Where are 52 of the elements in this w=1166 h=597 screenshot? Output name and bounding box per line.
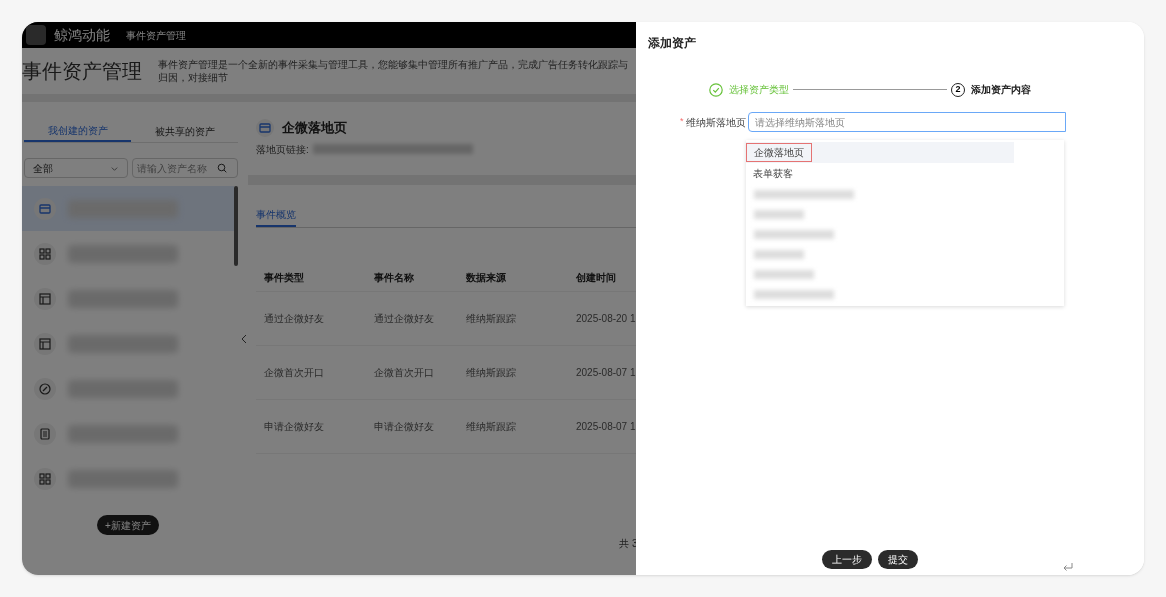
table-cell-text: 2025-08-07 1 — [576, 365, 636, 380]
blurred-option — [754, 249, 804, 259]
table-cell-text: 通过企微好友 — [264, 311, 325, 326]
sidebar-tab[interactable]: 被共享的资产 — [131, 120, 238, 142]
drawer-title: 添加资产 — [648, 35, 697, 52]
link-label: 落地页链接: — [256, 142, 309, 157]
link-icon — [39, 382, 51, 395]
nav-link[interactable]: 事件资产管理 — [126, 27, 186, 43]
field-label: 维纳斯落地页 — [685, 115, 747, 130]
landing-page-select[interactable]: 请选择维纳斯落地页 — [747, 112, 1066, 132]
blurred-option — [754, 269, 814, 279]
table-cell-text: 维纳斯跟踪 — [466, 311, 517, 326]
collapse-icon[interactable] — [240, 333, 248, 344]
blurred-option — [754, 209, 804, 219]
layout-icon — [39, 292, 51, 305]
table-cell-text: 通过企微好友 — [374, 311, 435, 326]
grid-icon — [39, 472, 51, 485]
step-label: 选择资产类型 — [729, 83, 789, 97]
table-cell-text: 申请企微好友 — [374, 419, 435, 434]
new-asset-button[interactable]: +新建资产 — [97, 515, 159, 535]
column-header: 数据来源 — [466, 270, 507, 285]
table-cell-text: 维纳斯跟踪 — [466, 419, 517, 434]
table-cell-text: 企微首次开口 — [264, 365, 325, 380]
required-mark: * — [680, 115, 684, 129]
brand-name: 鲸鸿动能 — [54, 25, 110, 45]
table-cell-text: 2025-08-20 1 — [576, 311, 636, 326]
column-header: 事件类型 — [264, 270, 305, 285]
search-icon — [217, 163, 227, 173]
asset-list-item[interactable] — [22, 186, 234, 231]
footer-button[interactable]: 提交 — [878, 550, 918, 569]
detail-tab[interactable]: 事件概览 — [256, 204, 296, 227]
table-cell-text: 企微首次开口 — [374, 365, 435, 380]
dropdown-option[interactable]: 企微落地页 — [746, 142, 1014, 163]
asset-title: 企微落地页 — [282, 119, 347, 137]
sidebar-tab[interactable]: 我创建的资产 — [24, 120, 131, 142]
table-cell-text: 申请企微好友 — [264, 419, 325, 434]
logo-icon — [26, 25, 46, 45]
table-cell-text: 2025-08-07 1 — [576, 419, 636, 434]
column-header: 事件名称 — [374, 270, 415, 285]
grid-icon — [39, 247, 51, 260]
window-icon — [39, 202, 51, 215]
document-icon — [39, 427, 51, 440]
footer-button[interactable]: 上一步 — [822, 550, 872, 569]
column-header: 创建时间 — [576, 270, 617, 285]
filter-select[interactable]: 全部 — [24, 158, 128, 178]
layout-icon — [39, 337, 51, 350]
dropdown-option[interactable]: 表单获客 — [746, 163, 1014, 184]
table-cell-text: 维纳斯跟踪 — [466, 365, 517, 380]
page-title: 事件资产管理 — [22, 59, 142, 84]
window-icon — [259, 121, 271, 134]
return-icon — [1062, 561, 1074, 573]
step-label: 添加资产内容 — [971, 83, 1031, 97]
